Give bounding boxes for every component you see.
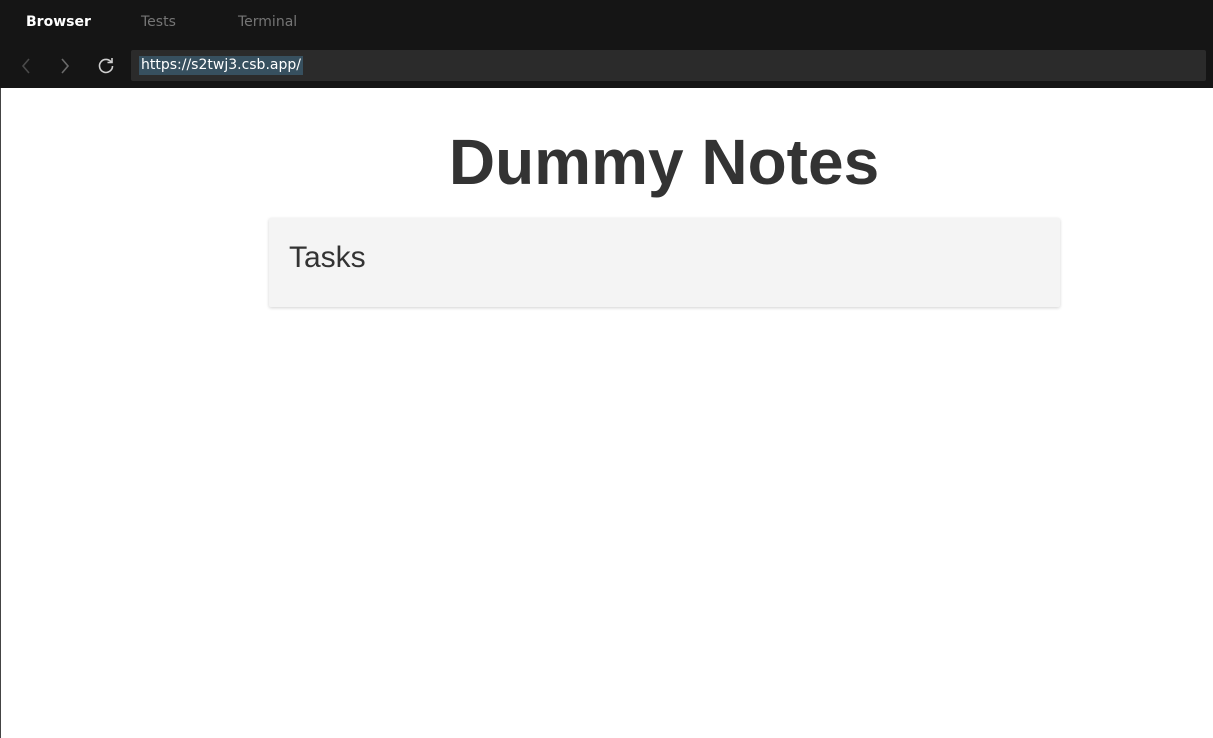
url-text[interactable]: https://s2twj3.csb.app/ [139, 56, 303, 75]
address-bar[interactable]: https://s2twj3.csb.app/ [131, 50, 1206, 81]
chevron-left-icon [21, 58, 30, 74]
refresh-button[interactable] [95, 55, 117, 77]
card-title: Tasks [289, 241, 366, 274]
tab-browser[interactable]: Browser [26, 13, 91, 31]
browser-viewport: Dummy Notes Tasks [0, 88, 1213, 738]
page-title: Dummy Notes [448, 126, 880, 198]
forward-button[interactable] [54, 55, 76, 77]
chevron-right-icon [61, 58, 70, 74]
refresh-icon [98, 58, 114, 74]
tab-terminal[interactable]: Terminal [238, 13, 297, 31]
navigation-bar: https://s2twj3.csb.app/ [0, 44, 1213, 88]
tab-bar: Browser Tests Terminal [0, 0, 1213, 44]
tab-tests[interactable]: Tests [141, 13, 176, 31]
back-button[interactable] [15, 55, 37, 77]
tasks-card: Tasks [269, 218, 1060, 307]
